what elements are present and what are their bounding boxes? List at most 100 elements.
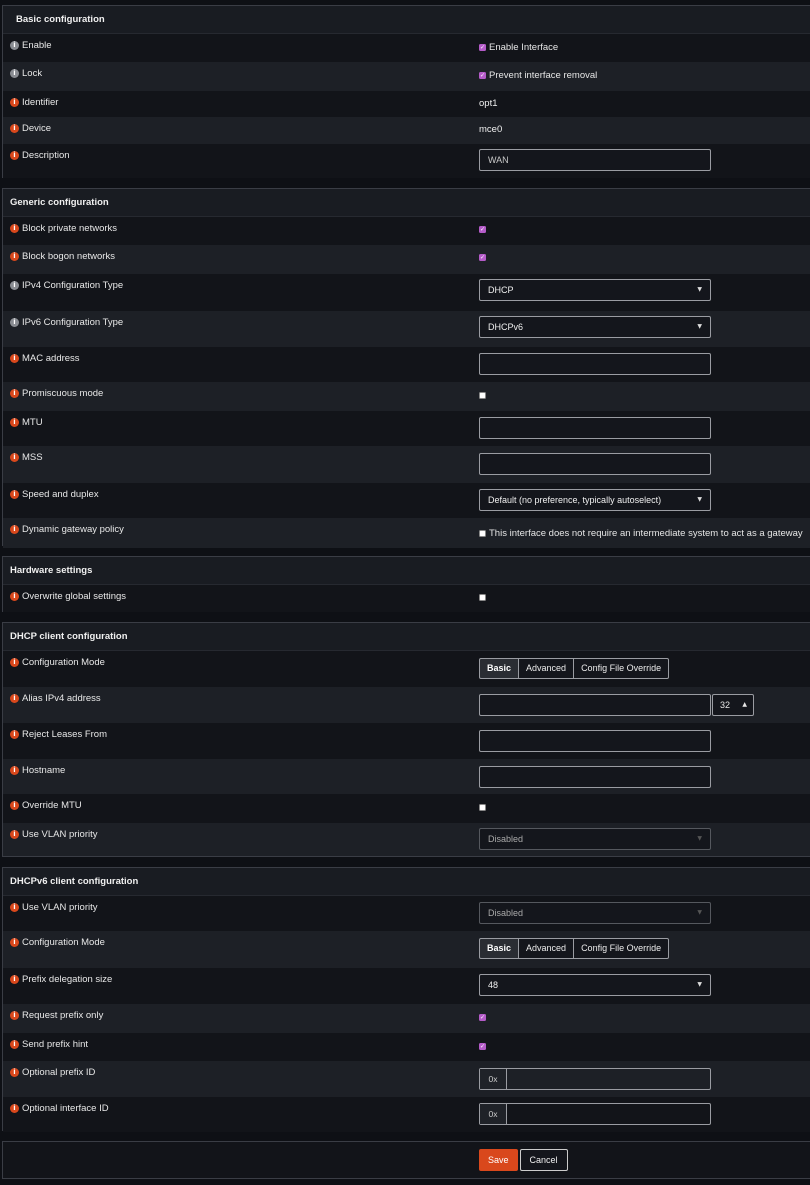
dhcp6-mode-basic-button[interactable]: Basic [479,938,520,959]
prefix-size-select[interactable]: 48 ▼ [479,974,711,996]
info-icon[interactable]: i [10,1011,19,1020]
mss-input[interactable] [479,453,711,475]
info-icon[interactable]: i [10,389,19,398]
form-actions: Save Cancel [2,1141,810,1179]
mac-address-input[interactable] [479,353,711,375]
dhcp-mode-basic-button[interactable]: Basic [479,658,520,679]
description-input[interactable]: WAN [479,149,711,171]
override-mtu-checkbox[interactable] [479,804,486,811]
prefix-size-value: 48 [488,980,499,990]
info-icon[interactable]: i [10,124,19,133]
gateway-policy-label: Dynamic gateway policy [22,524,124,535]
alias-cidr-value: 32 [720,700,731,710]
form-row-lock: i Lock ✓ Prevent interface removal [3,62,810,91]
info-icon[interactable]: i [10,975,19,984]
form-row-interface-id: i Optional interface ID 0x [3,1097,810,1132]
info-icon[interactable]: i [10,1040,19,1049]
info-icon[interactable]: i [10,1068,19,1077]
hostname-input[interactable] [479,766,711,788]
info-icon[interactable]: i [10,453,19,462]
info-icon[interactable]: i [10,318,19,327]
info-icon[interactable]: i [10,801,19,810]
section-title: DHCPv6 client configuration [3,868,810,896]
dhcp6-mode-override-button[interactable]: Config File Override [573,938,670,959]
caret-down-icon: ▼ [697,496,702,503]
ipv6-type-select[interactable]: DHCPv6 ▼ [479,316,711,338]
info-icon[interactable]: i [10,694,19,703]
info-icon[interactable]: i [10,354,19,363]
info-icon[interactable]: i [10,151,19,160]
speed-duplex-select[interactable]: Default (no preference, typically autose… [479,489,711,511]
form-row-ipv4-type: i IPv4 Configuration Type DHCP ▼ [3,274,810,311]
dhcp-client-section: DHCP client configuration i Configuration… [2,622,810,857]
alias-cidr-select[interactable]: 32 ▲ [712,694,754,716]
identifier-value: opt1 [479,98,498,109]
info-icon[interactable]: i [10,281,19,290]
dhcp-mode-override-button[interactable]: Config File Override [573,658,670,679]
lock-label: Lock [22,68,43,79]
interface-id-input[interactable] [507,1104,710,1124]
dhcp-vlan-value: Disabled [488,834,524,844]
dhcp-mode-advanced-button[interactable]: Advanced [518,658,575,679]
info-icon[interactable]: i [10,658,19,667]
info-icon[interactable]: i [10,490,19,499]
dhcp-vlan-select[interactable]: Disabled ▼ [479,828,711,850]
overwrite-global-label: Overwrite global settings [22,591,127,602]
save-button[interactable]: Save [479,1149,518,1171]
block-private-checkbox[interactable]: ✓ [479,226,486,233]
info-icon[interactable]: i [10,98,19,107]
form-row-gateway: i Dynamic gateway policy This interface d… [3,518,810,548]
form-row-mtu: i MTU [3,411,810,446]
ipv6-type-value: DHCPv6 [488,322,524,332]
block-bogon-checkbox[interactable]: ✓ [479,254,486,261]
interface-id-input-group: 0x [479,1103,711,1125]
prevent-removal-checkbox[interactable]: ✓ [479,72,486,79]
mtu-input[interactable] [479,417,711,439]
cancel-button[interactable]: Cancel [519,1149,568,1171]
override-mtu-label: Override MTU [22,800,82,811]
info-icon[interactable]: i [10,525,19,534]
info-icon[interactable]: i [10,41,19,50]
caret-up-icon: ▲ [742,701,747,708]
info-icon[interactable]: i [10,903,19,912]
form-row-dhcp6-mode: i Configuration Mode Basic Advanced Confi… [3,931,810,968]
enable-interface-checkbox[interactable]: ✓ [479,44,486,51]
info-icon[interactable]: i [10,224,19,233]
info-icon[interactable]: i [10,830,19,839]
form-row-dhcp6-vlan: i Use VLAN priority Disabled ▼ [3,896,810,931]
description-label: Description [22,150,70,161]
promiscuous-checkbox[interactable] [479,392,486,399]
alias-ipv4-label: Alias IPv4 address [22,693,101,704]
form-row-block-bogon: i Block bogon networks ✓ [3,245,810,274]
info-icon[interactable]: i [10,730,19,739]
dhcp6-mode-advanced-button[interactable]: Advanced [518,938,575,959]
request-prefix-checkbox[interactable]: ✓ [479,1014,486,1021]
dhcp6-mode-group: Basic Advanced Config File Override [479,938,670,959]
block-bogon-label: Block bogon networks [22,251,115,262]
prefix-hint-checkbox[interactable]: ✓ [479,1043,486,1050]
form-row-dhcp-vlan: i Use VLAN priority Disabled ▼ [3,823,810,856]
alias-ipv4-input[interactable] [479,694,711,716]
info-icon[interactable]: i [10,592,19,601]
section-title: Hardware settings [3,557,810,585]
prevent-removal-text: Prevent interface removal [489,70,598,81]
section-title: Basic configuration [3,6,810,34]
info-icon[interactable]: i [10,1104,19,1113]
info-icon[interactable]: i [10,418,19,427]
form-row-speed: i Speed and duplex Default (no preference… [3,483,810,518]
info-icon[interactable]: i [10,252,19,261]
caret-down-icon: ▼ [697,835,702,842]
prefix-id-input[interactable] [507,1069,710,1089]
prefix-id-input-group: 0x [479,1068,711,1090]
reject-leases-label: Reject Leases From [22,729,108,740]
info-icon[interactable]: i [10,69,19,78]
form-row-reject-leases: i Reject Leases From [3,723,810,759]
speed-label: Speed and duplex [22,489,99,500]
dhcp6-vlan-select[interactable]: Disabled ▼ [479,902,711,924]
overwrite-global-checkbox[interactable] [479,594,486,601]
info-icon[interactable]: i [10,766,19,775]
gateway-policy-checkbox[interactable] [479,530,486,537]
ipv4-type-select[interactable]: DHCP ▼ [479,279,711,301]
reject-leases-input[interactable] [479,730,711,752]
info-icon[interactable]: i [10,938,19,947]
